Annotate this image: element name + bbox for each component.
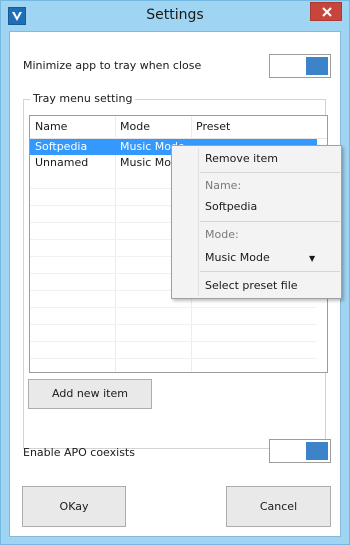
menu-gutter (198, 148, 199, 296)
mode-dropdown[interactable]: Music Mode (205, 251, 270, 264)
menu-separator (200, 271, 340, 272)
row-name-cell: Unnamed (35, 156, 89, 169)
select-preset-file-menu-item[interactable]: Select preset file (205, 279, 298, 292)
cancel-button[interactable]: Cancel (226, 486, 331, 527)
window-title: Settings (146, 7, 204, 23)
column-header-preset[interactable]: Preset (196, 120, 230, 133)
close-button[interactable] (310, 2, 342, 21)
apo-coexist-toggle[interactable] (269, 439, 331, 463)
menu-separator (200, 221, 340, 222)
add-new-item-button[interactable]: Add new item (28, 379, 152, 409)
context-menu: Remove item Name: Softpedia Mode: Music … (171, 145, 342, 299)
dropdown-arrow-icon[interactable]: ▼ (309, 254, 315, 263)
mode-caption: Mode: (205, 228, 239, 241)
grid-line (30, 307, 317, 308)
toggle-knob (306, 57, 328, 75)
grid-line (30, 341, 317, 342)
apo-coexist-label: Enable APO coexists (23, 446, 135, 459)
okay-button[interactable]: OKay (22, 486, 126, 527)
row-name-cell: Softpedia (35, 140, 88, 153)
name-field[interactable]: Softpedia (205, 200, 257, 213)
minimize-to-tray-toggle[interactable] (269, 54, 331, 78)
minimize-to-tray-label: Minimize app to tray when close (23, 59, 202, 72)
column-header-name[interactable]: Name (35, 120, 67, 133)
list-header: Name Mode Preset (30, 116, 327, 139)
name-caption: Name: (205, 179, 242, 192)
settings-window: Settings Minimize app to tray when close… (0, 0, 350, 545)
grid-line (30, 358, 317, 359)
tray-menu-group-title: Tray menu setting (30, 92, 136, 105)
title-bar[interactable]: Settings (1, 1, 349, 31)
remove-item-menu-item[interactable]: Remove item (205, 152, 278, 165)
menu-separator (200, 172, 340, 173)
column-header-mode[interactable]: Mode (120, 120, 150, 133)
close-icon (322, 7, 332, 17)
grid-line (30, 324, 317, 325)
toggle-knob (306, 442, 328, 460)
